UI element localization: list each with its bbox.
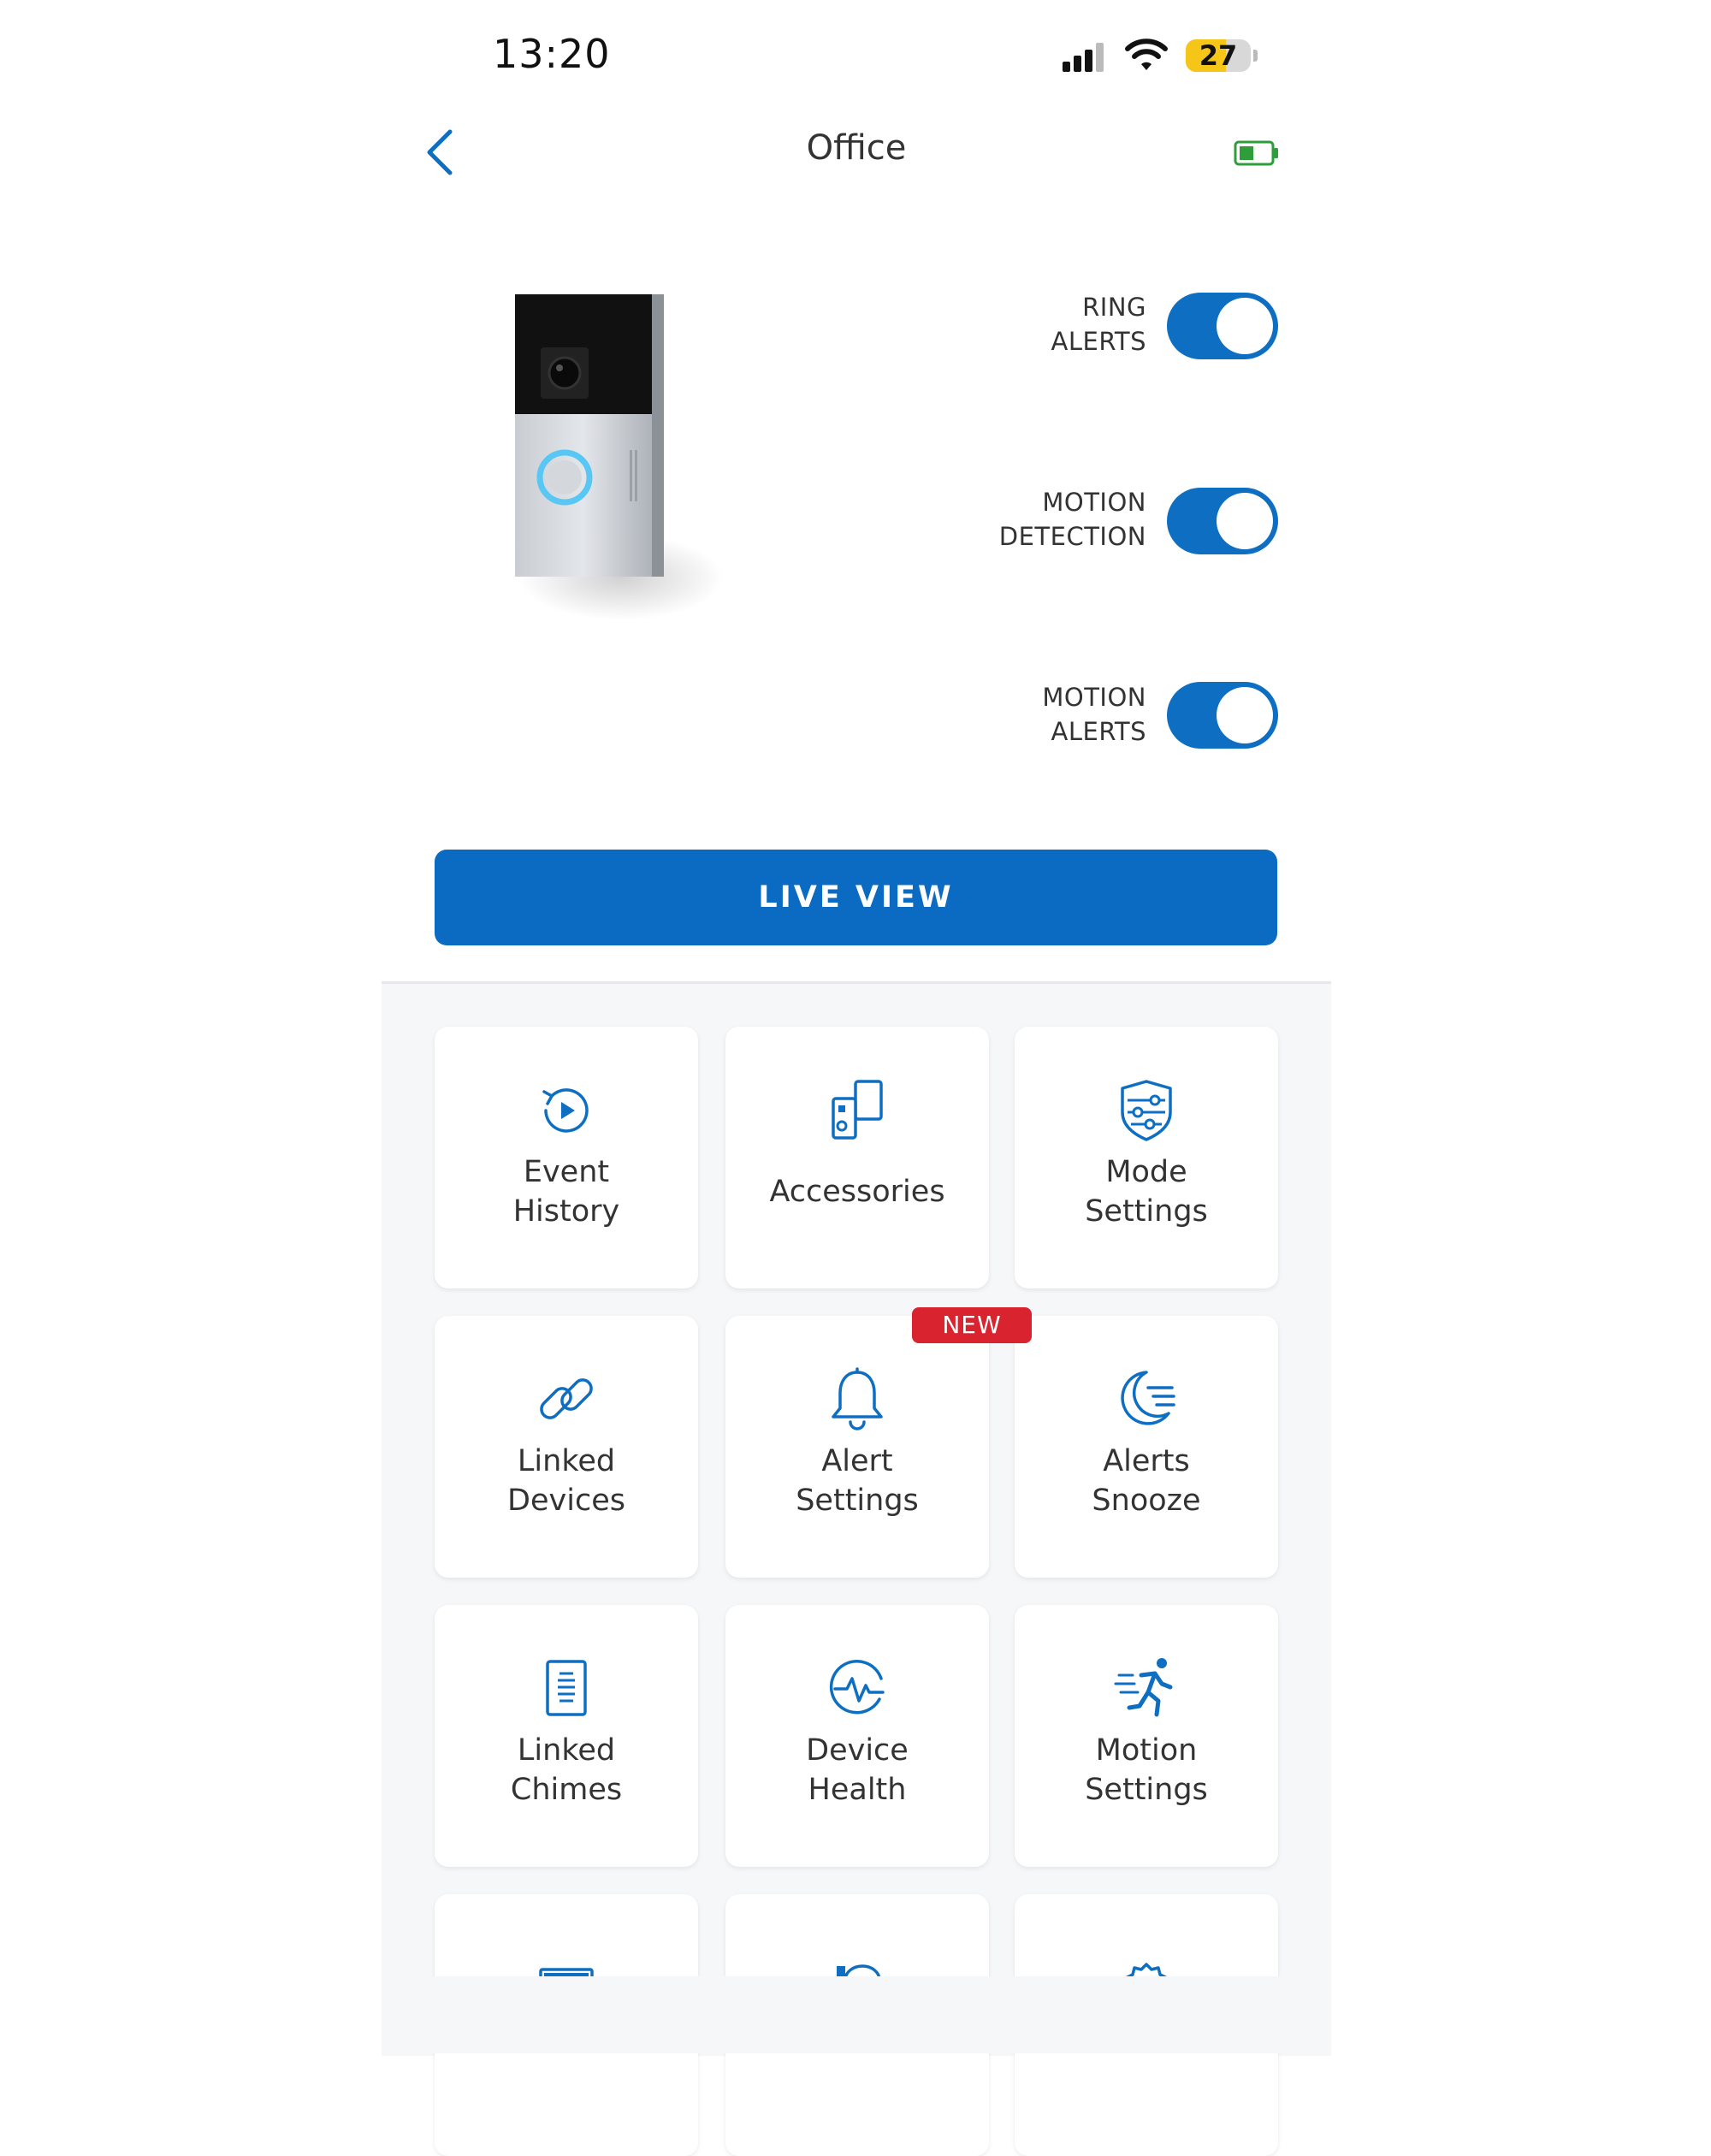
tile-device-health[interactable]: Device Health <box>725 1605 989 1867</box>
new-badge: NEW <box>912 1307 1032 1343</box>
tile-motion-settings[interactable]: Motion Settings <box>1015 1605 1278 1867</box>
doorbell-device-image <box>515 294 724 620</box>
scroll-cutoff <box>382 1976 1331 2053</box>
wifi-icon <box>1125 38 1168 70</box>
page-title: Office <box>806 128 907 168</box>
tile-linked-devices[interactable]: Linked Devices <box>435 1316 698 1578</box>
alert-bell-icon <box>832 1367 883 1430</box>
live-view-button[interactable]: LIVE VIEW <box>435 850 1277 945</box>
tile-event-history[interactable]: Event History <box>435 1027 698 1288</box>
battery-percent: 27 <box>1199 39 1238 72</box>
phone-screen: 13:20 27 Office RING ALERTS MOTION DETEC… <box>382 0 1331 2156</box>
event-history-icon <box>542 1088 589 1133</box>
linked-devices-icon <box>540 1378 593 1419</box>
device-health-icon <box>829 1659 885 1715</box>
ring-alerts-toggle[interactable] <box>1167 293 1278 359</box>
alerts-snooze-moon-icon <box>1121 1371 1175 1425</box>
motion-settings-runner-icon <box>1114 1658 1173 1717</box>
motion-detection-label: MOTION DETECTION <box>998 488 1146 551</box>
accessories-icon <box>832 1080 883 1140</box>
tile-mode-settings[interactable]: Mode Settings <box>1015 1027 1278 1288</box>
device-battery-icon[interactable] <box>1234 140 1280 166</box>
motion-alerts-toggle[interactable] <box>1167 682 1278 749</box>
motion-detection-toggle[interactable] <box>1167 488 1278 554</box>
status-time: 13:20 <box>493 31 611 77</box>
linked-chimes-icon <box>546 1660 587 1716</box>
tile-alert-settings[interactable]: Alert Settings <box>725 1316 989 1578</box>
battery-indicator: 27 <box>1186 39 1251 72</box>
motion-alerts-label: MOTION ALERTS <box>1042 683 1146 746</box>
ring-alerts-label: RING ALERTS <box>1051 293 1146 356</box>
tile-linked-chimes[interactable]: Linked Chimes <box>435 1605 698 1867</box>
cellular-signal-icon <box>1063 43 1104 72</box>
tile-alerts-snooze[interactable]: Alerts Snooze <box>1015 1316 1278 1578</box>
tile-accessories[interactable]: Accessories <box>725 1027 989 1288</box>
mode-settings-icon <box>1121 1080 1172 1141</box>
battery-nub <box>1253 50 1258 62</box>
